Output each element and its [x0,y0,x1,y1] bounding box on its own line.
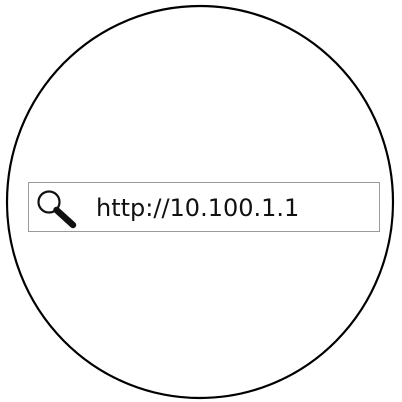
url-text[interactable]: http://10.100.1.1 [96,183,299,233]
search-icon[interactable] [34,188,78,230]
address-bar[interactable]: http://10.100.1.1 [28,182,380,232]
lens-canvas: http://10.100.1.1 [0,0,402,402]
